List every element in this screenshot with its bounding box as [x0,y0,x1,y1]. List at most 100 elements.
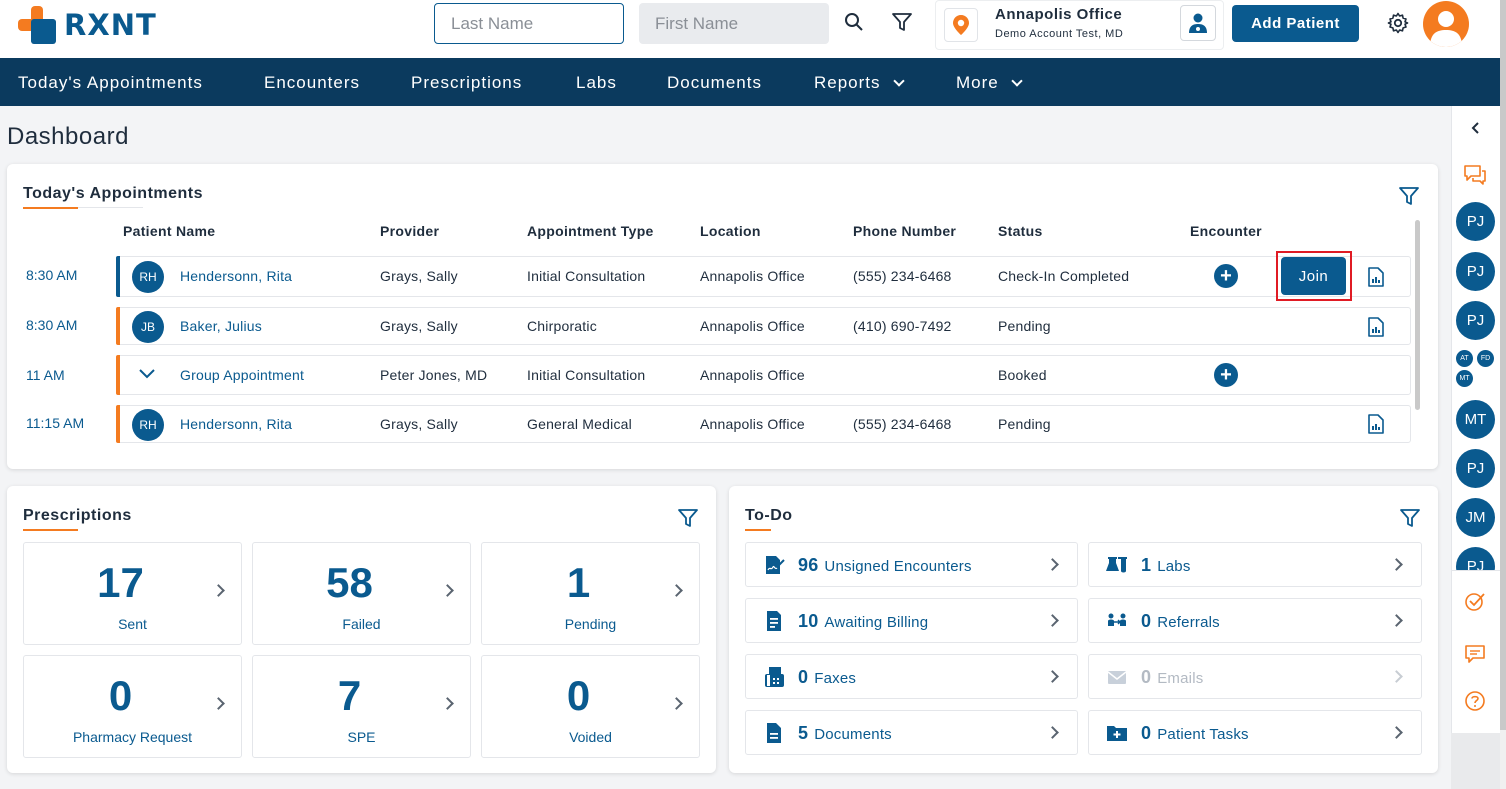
nav-documents[interactable]: Documents [667,73,762,93]
chevron-right-icon [1046,614,1059,627]
status-bar [116,307,120,345]
column-header[interactable]: Provider [380,223,439,239]
rail-avatar[interactable]: PJ [1456,252,1495,291]
nav-more[interactable]: More [956,73,1023,93]
report-document-icon[interactable] [1367,317,1385,337]
column-header[interactable]: Encounter [1190,223,1262,239]
title-underline [745,529,771,531]
nav-reports-label: Reports [814,73,881,92]
envelope-icon [1107,671,1127,684]
todo-awaiting-billing[interactable]: 10 Awaiting Billing [745,598,1078,643]
add-encounter-icon[interactable]: + [1214,363,1238,387]
help-icon[interactable] [1462,688,1488,714]
filter-icon[interactable] [1399,507,1421,529]
nav-todays-appointments[interactable]: Today's Appointments [18,73,203,93]
rx-tile-pending[interactable]: 1 Pending [481,542,700,645]
first-name-input[interactable]: First Name [639,3,829,44]
todo-patient-tasks[interactable]: 0 Patient Tasks [1088,710,1422,755]
patient-name-link[interactable]: Baker, Julius [180,318,262,334]
rx-tile-pharmacy-request[interactable]: 0 Pharmacy Request [23,655,242,758]
status-cell: Booked [998,367,1047,383]
chat-bubbles-icon[interactable] [1462,162,1488,188]
location-selector[interactable]: Annapolis Office Demo Account Test, MD [935,0,1224,50]
todo-faxes[interactable]: 0 Faxes [745,654,1078,699]
patient-initials-avatar: RH [132,261,164,293]
appointment-time: 8:30 AM [26,267,78,283]
search-icon[interactable] [842,10,866,34]
location-cell: Annapolis Office [700,416,805,432]
join-button[interactable]: Join [1281,257,1346,295]
rail-avatar[interactable]: PJ [1456,301,1495,340]
appointments-scrollbar[interactable] [1415,220,1420,410]
rx-tile-sent[interactable]: 17 Sent [23,542,242,645]
rx-count: 0 [108,672,133,719]
prescriptions-title: Prescriptions [23,507,132,524]
rx-tile-failed[interactable]: 58 Failed [252,542,471,645]
rxnt-logo[interactable]: RXNT [18,6,157,44]
doctor-icon[interactable] [1180,5,1216,41]
patient-name-link[interactable]: Group Appointment [180,367,304,383]
chevron-down-icon [892,74,905,87]
filter-icon[interactable] [1398,185,1420,207]
rail-avatar[interactable]: PJ [1456,449,1495,488]
rx-tile-spe[interactable]: 7 SPE [252,655,471,758]
logo-cross-icon [18,6,56,44]
status-bar [116,405,120,443]
column-header[interactable]: Phone Number [853,223,956,239]
chevron-right-icon [1390,614,1403,627]
rail-mini-avatar[interactable]: MT [1456,370,1473,387]
chevron-right-icon [1046,558,1059,571]
todo-unsigned-encounters[interactable]: 96 Unsigned Encounters [745,542,1078,587]
todo-labs[interactable]: 1 Labs [1088,542,1422,587]
todo-label: Documents [814,726,892,743]
provider-cell: Grays, Sally [380,416,458,432]
rail-mini-avatar[interactable]: AT [1456,350,1473,367]
gear-icon[interactable] [1386,11,1410,35]
status-bar [116,256,120,297]
last-name-input[interactable]: Last Name [434,3,624,44]
rail-avatar[interactable]: PJ [1456,547,1495,570]
report-document-icon[interactable] [1367,267,1385,287]
rx-tile-voided[interactable]: 0 Voided [481,655,700,758]
patient-name-link[interactable]: Hendersonn, Rita [180,268,292,284]
right-rail: PJ PJ PJ AT FD MT MT PJ JM PJ [1451,106,1500,733]
todo-count: 5 [798,723,809,743]
status-cell: Check-In Completed [998,268,1130,284]
filter-icon[interactable] [890,10,914,34]
location-account: Demo Account Test, MD [995,28,1124,40]
title-underline [23,529,78,531]
report-document-icon[interactable] [1367,414,1385,434]
rail-avatar[interactable]: JM [1456,498,1495,537]
user-avatar[interactable] [1423,1,1469,47]
appointment-type-cell: General Medical [527,416,632,432]
add-patient-button[interactable]: Add Patient [1232,5,1359,42]
chevron-down-icon[interactable] [138,367,156,381]
nav-encounters[interactable]: Encounters [264,73,360,93]
nav-reports[interactable]: Reports [814,73,905,93]
rx-count: 17 [97,559,144,606]
column-header[interactable]: Status [998,223,1043,239]
fax-icon [765,667,784,687]
nav-prescriptions[interactable]: Prescriptions [411,73,522,93]
column-header[interactable]: Location [700,223,761,239]
filter-icon[interactable] [677,507,699,529]
add-encounter-icon[interactable]: + [1214,264,1238,288]
page-scrollbar-thumb[interactable] [1500,0,1506,730]
document-icon [767,723,781,743]
rail-mini-avatar[interactable]: FD [1477,350,1494,367]
collapse-left-icon[interactable] [1469,121,1483,135]
todo-referrals[interactable]: 0 Referrals [1088,598,1422,643]
todo-label: Labs [1157,558,1191,575]
rail-avatar[interactable]: MT [1456,400,1495,439]
task-check-icon[interactable] [1462,589,1488,615]
todo-count: 96 [798,555,819,575]
todo-label: Patient Tasks [1157,726,1249,743]
todo-documents[interactable]: 5 Documents [745,710,1078,755]
patient-initials-avatar: JB [132,311,164,343]
column-header[interactable]: Appointment Type [527,223,654,239]
nav-labs[interactable]: Labs [576,73,617,93]
message-icon[interactable] [1462,641,1488,667]
column-header[interactable]: Patient Name [123,223,215,239]
patient-name-link[interactable]: Hendersonn, Rita [180,416,292,432]
rail-avatar[interactable]: PJ [1456,202,1495,241]
